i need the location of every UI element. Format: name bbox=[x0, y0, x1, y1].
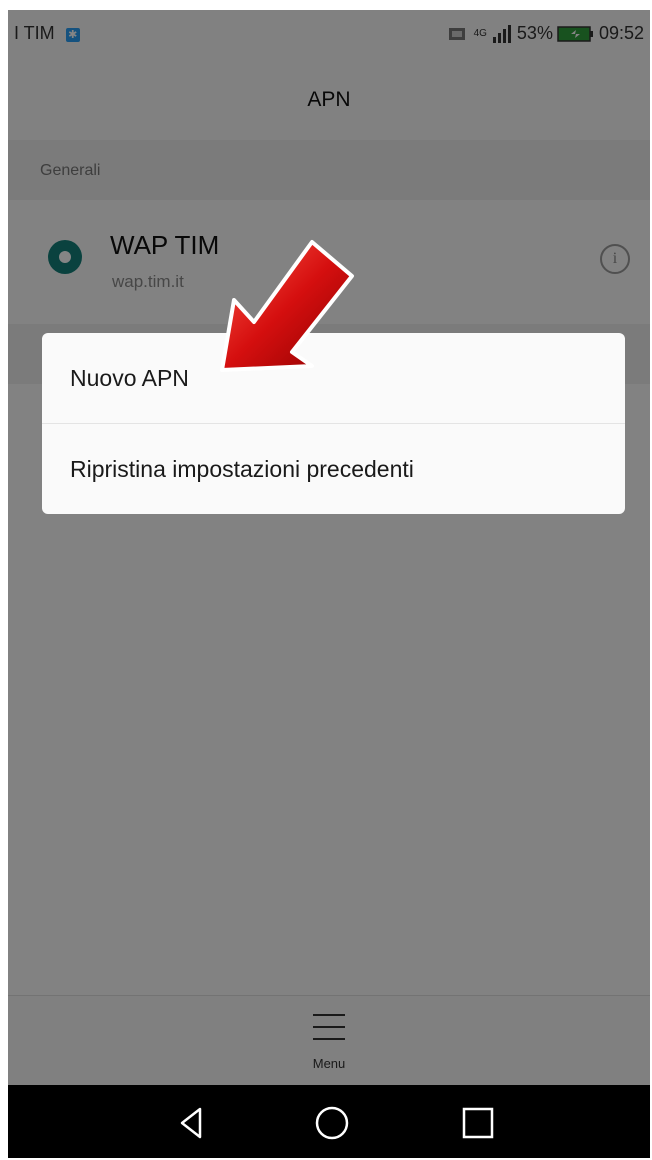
home-circle-icon[interactable] bbox=[310, 1101, 354, 1145]
option-label: Ripristina impostazioni precedenti bbox=[70, 456, 414, 482]
option-label: Nuovo APN bbox=[70, 365, 189, 391]
options-dialog: Nuovo APN Ripristina impostazioni preced… bbox=[42, 333, 625, 514]
system-nav-bar bbox=[8, 1085, 650, 1158]
phone-screen: I TIM ✱ 4G 53% 09:52 APN Generali WAP TI… bbox=[8, 10, 650, 1158]
reset-defaults-option[interactable]: Ripristina impostazioni precedenti bbox=[42, 424, 625, 514]
modal-backdrop[interactable] bbox=[8, 10, 650, 1085]
new-apn-option[interactable]: Nuovo APN bbox=[42, 333, 625, 423]
back-triangle-icon[interactable] bbox=[170, 1101, 214, 1145]
recents-square-icon[interactable] bbox=[456, 1101, 500, 1145]
